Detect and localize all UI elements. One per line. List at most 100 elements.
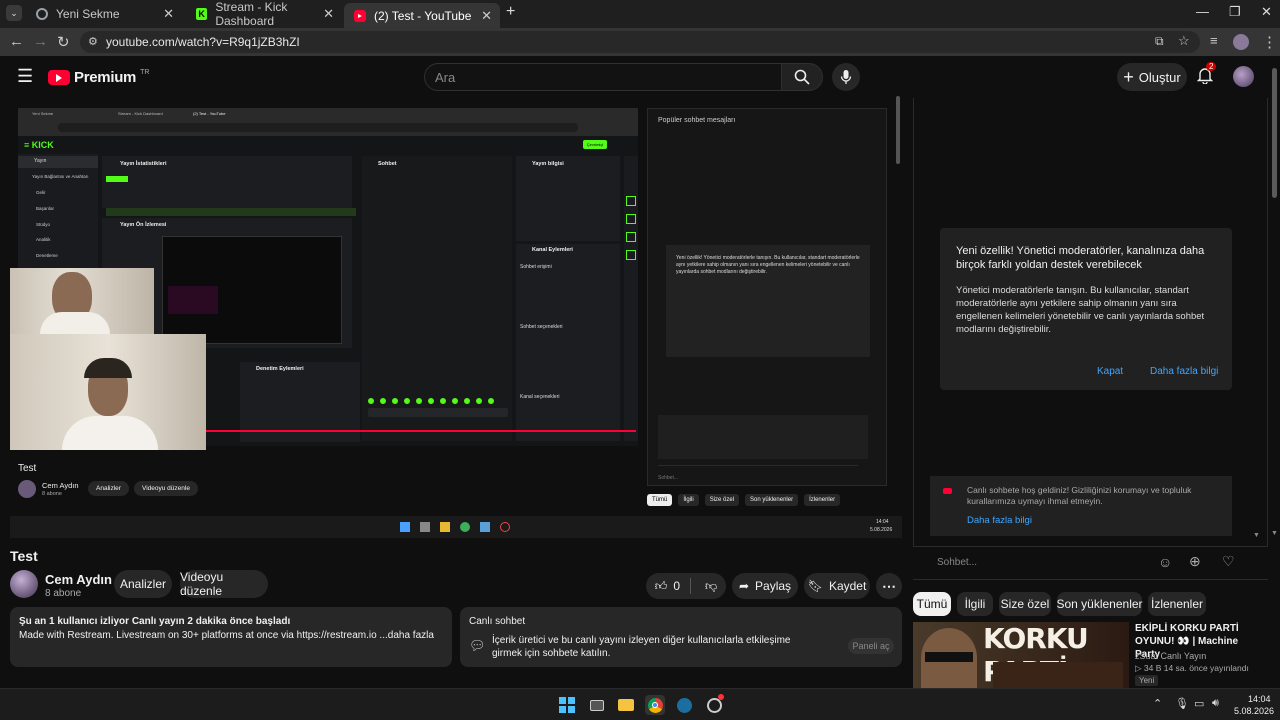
share-button[interactable]: ➦ Paylaş xyxy=(732,573,798,599)
heart-icon[interactable]: ♡ xyxy=(1222,553,1235,570)
youtube-icon xyxy=(354,9,366,22)
chrome-taskbar-icon[interactable] xyxy=(645,695,665,715)
inner-browser-chrome: Yeni Sekme Stream - Kick Dashboard (2) T… xyxy=(18,108,638,136)
hamburger-menu-icon[interactable]: ☰ xyxy=(17,66,33,87)
file-explorer-icon[interactable] xyxy=(616,695,636,715)
inner-events-title: Denetim Eylemleri xyxy=(256,366,304,372)
live-chat-card: Canlı sohbet 💬︎ İçerik üretici ve bu can… xyxy=(460,607,902,667)
site-info-icon[interactable]: ⚙ xyxy=(88,35,98,48)
chat-input-row: Sohbet... ☺ ⊕ ♡ xyxy=(913,546,1268,580)
inner-chip: Size özel xyxy=(704,494,740,506)
inner-preview-title: Yayın Ön İzlemesi xyxy=(120,222,167,228)
browser-tab-youtube[interactable]: (2) Test - YouTube ✕ xyxy=(344,3,500,28)
bookmark-icon: 🔖︎ xyxy=(807,579,823,593)
inner-edit-video: Videoyu düzenle xyxy=(134,481,198,496)
inner-chat-options: Sohbet seçenekleri xyxy=(520,324,563,330)
windows-start-icon[interactable] xyxy=(557,695,577,715)
clock-time[interactable]: 14:04 xyxy=(1248,694,1271,704)
chip-related[interactable]: İlgili xyxy=(957,592,993,616)
chip-all[interactable]: Tümü xyxy=(913,592,951,616)
notifications-button[interactable]: 2 xyxy=(1196,62,1217,88)
video-player[interactable]: Yeni Sekme Stream - Kick Dashboard (2) T… xyxy=(10,98,902,546)
page-scrollbar[interactable]: ▼ xyxy=(1270,60,1278,688)
live-chat-title: Canlı sohbet xyxy=(469,616,526,627)
inner-menu-item: Denetleme xyxy=(36,253,58,258)
steam-icon[interactable] xyxy=(674,695,694,715)
thumbs-down-icon[interactable]: 👎︎ xyxy=(705,579,717,594)
thumbs-up-icon[interactable]: 👍︎ xyxy=(655,579,668,594)
more-icon: ⋯ xyxy=(882,577,896,594)
profile-avatar[interactable] xyxy=(1233,34,1249,50)
channel-name[interactable]: Cem Aydın xyxy=(45,572,112,587)
inner-kick-logo: ≡ KICK xyxy=(24,140,54,150)
save-button[interactable]: 🔖︎ Kaydet xyxy=(804,573,870,599)
youtube-logo[interactable]: Premium TR xyxy=(48,69,149,86)
inner-analytics: Analizler xyxy=(88,481,129,496)
address-bar[interactable]: ⚙ youtube.com/watch?v=R9q1jZB3hZI ⧉ ☆ xyxy=(80,31,1200,53)
maximize-button[interactable]: ❐ xyxy=(1229,4,1241,20)
inner-menu-item: Başarılar xyxy=(36,206,55,211)
recommended-thumbnail[interactable]: KORKU PARTİ xyxy=(913,622,1129,688)
recommended-video[interactable]: KORKU PARTİ EKİPLİ KORKU PARTİ OYUNU! 👀 … xyxy=(913,622,1268,688)
popup-more-button[interactable]: Daha fazla bilgi xyxy=(1150,366,1218,377)
account-avatar[interactable] xyxy=(1233,66,1254,87)
search-placeholder: Ara xyxy=(435,70,456,85)
tray-chevron-icon[interactable]: ⌃ xyxy=(1153,697,1162,710)
channel-subs: 8 abone xyxy=(45,588,82,599)
chip-watched[interactable]: İzlenenler xyxy=(1148,592,1206,616)
media-control-icon[interactable]: ≡ xyxy=(1210,33,1218,48)
chip-for-you[interactable]: Size özel xyxy=(999,592,1051,616)
reload-icon[interactable]: ↻ xyxy=(57,33,70,51)
obs-settings-icon[interactable] xyxy=(704,694,724,715)
inner-chip: Son yüklenenler xyxy=(745,494,799,506)
emoji-icon[interactable]: ☺ xyxy=(1158,554,1172,570)
popup-close-button[interactable]: Kapat xyxy=(1097,366,1123,377)
video-scrollbar[interactable] xyxy=(896,96,902,546)
description-box[interactable]: Şu an 1 kullanıcı izliyor Canlı yayın 2 … xyxy=(10,607,452,667)
task-view-icon[interactable] xyxy=(587,695,607,715)
inner-menu-item: Analitik xyxy=(36,237,51,242)
search-input[interactable]: Ara xyxy=(424,63,782,91)
voice-search-button[interactable] xyxy=(832,63,860,91)
menu-kebab-icon[interactable]: ⋮ xyxy=(1262,33,1277,51)
analytics-button[interactable]: Analizler xyxy=(114,570,172,598)
inner-tab: (2) Test - YouTube xyxy=(193,111,226,116)
bookmark-star-icon[interactable]: ☆ xyxy=(1178,33,1190,49)
add-icon[interactable]: ⊕ xyxy=(1189,553,1201,570)
clock-date[interactable]: 5.08.2026 xyxy=(1234,706,1274,716)
tab-search-button[interactable]: ⌄ xyxy=(6,5,22,21)
tab-title: Yeni Sekme xyxy=(56,7,120,21)
open-panel-button[interactable]: Paneli aç xyxy=(848,638,894,654)
welcome-more-link[interactable]: Daha fazla bilgi xyxy=(967,515,1032,526)
browser-tab-new[interactable]: Yeni Sekme ✕ xyxy=(26,3,182,25)
create-button[interactable]: + Oluştur xyxy=(1117,63,1187,91)
browser-tab-kick[interactable]: K Stream - Kick Dashboard ✕ xyxy=(186,0,342,28)
like-count: 0 xyxy=(673,579,681,593)
close-icon[interactable]: ✕ xyxy=(163,6,174,22)
inner-channel-subs: 8 abone xyxy=(42,491,62,497)
create-label: Oluştur xyxy=(1138,69,1181,85)
search-button[interactable] xyxy=(781,63,823,91)
inner-popular-chat: Popüler sohbet mesajları xyxy=(658,117,736,124)
forward-icon[interactable]: → xyxy=(33,33,48,50)
install-icon[interactable]: ⧉ xyxy=(1155,34,1164,49)
minimize-button[interactable]: — xyxy=(1196,4,1209,19)
new-tab-button[interactable]: + xyxy=(506,3,515,21)
chat-input[interactable]: Sohbet... xyxy=(937,557,977,568)
description-line2: Made with Restream. Livestream on 30+ pl… xyxy=(19,630,434,641)
browser-toolbar: ← → ↻ ⚙ youtube.com/watch?v=R9q1jZB3hZI … xyxy=(0,28,1280,56)
edit-video-button[interactable]: Videoyu düzenle xyxy=(180,570,268,598)
close-window-button[interactable]: ✕ xyxy=(1261,4,1272,20)
chip-recent[interactable]: Son yüklenenler xyxy=(1056,592,1143,616)
chat-welcome: Canlı sohbete hoş geldiniz! Gizliliğiniz… xyxy=(930,476,1232,536)
close-icon[interactable]: ✕ xyxy=(323,6,334,22)
back-icon[interactable]: ← xyxy=(9,33,24,50)
chat-scrollbar[interactable]: ▼ xyxy=(1253,532,1260,540)
inner-tab: Yeni Sekme xyxy=(32,111,54,116)
close-icon[interactable]: ✕ xyxy=(481,8,492,24)
more-actions-button[interactable]: ⋯ xyxy=(876,573,902,599)
channel-avatar[interactable] xyxy=(10,570,38,598)
tray-volume-icon[interactable]: 🔊︎ xyxy=(1212,697,1219,710)
tray-network-icon[interactable]: ▭ xyxy=(1194,697,1204,710)
tray-mic-icon[interactable]: 🎙︎ xyxy=(1175,697,1189,710)
